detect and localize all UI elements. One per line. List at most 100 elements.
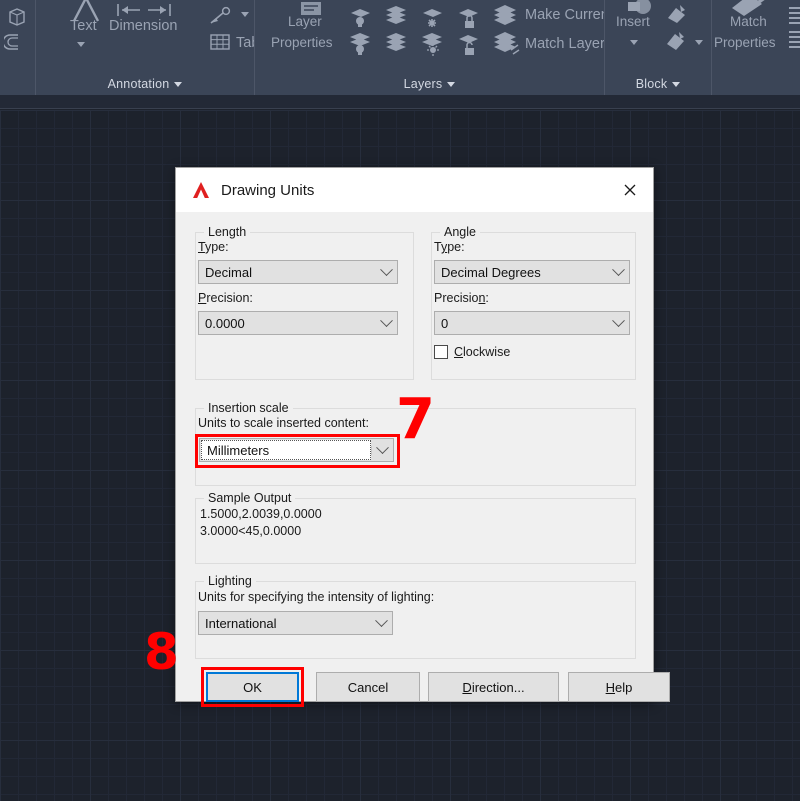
ribbon-toolbar: Text Dimension Table <box>0 0 800 95</box>
match-layer-icon[interactable] <box>491 32 521 58</box>
length-precision-chevron-down-icon[interactable] <box>375 319 397 328</box>
length-group: Length <box>195 232 414 380</box>
panel-body-layers: Layer Properties <box>255 0 604 73</box>
cancel-button[interactable]: Cancel <box>316 672 420 702</box>
leader-dropdown-caret-icon[interactable] <box>241 12 249 17</box>
direction-button-label: Direction... <box>462 680 524 695</box>
angle-group-title: Angle <box>440 225 480 239</box>
layers-make-current-label[interactable]: Make Current <box>525 7 604 23</box>
block-edit-caret-icon[interactable] <box>695 40 703 45</box>
annotation-dimension-label[interactable]: Dimension <box>109 18 178 34</box>
angle-type-value: Decimal Degrees <box>435 265 607 280</box>
length-precision-combobox[interactable]: 0.0000 <box>198 311 398 335</box>
angle-precision-combobox[interactable]: 0 <box>434 311 630 335</box>
panel-title-annotation-text: Annotation <box>108 77 170 91</box>
layer-unlock-icon[interactable] <box>455 32 483 58</box>
panel-body-block: Insert <box>605 0 711 73</box>
leader-icon[interactable] <box>206 4 236 28</box>
angle-precision-value: 0 <box>435 316 607 331</box>
autocad-window: Text Dimension Table <box>0 0 800 801</box>
clockwise-label: Clockwise <box>454 345 510 359</box>
annotation-panel-caret-icon[interactable] <box>174 82 182 87</box>
table-icon[interactable] <box>209 32 231 52</box>
layers-layer-properties-label2[interactable]: Properties <box>271 35 333 50</box>
panel-title-layers-text: Layers <box>404 77 443 91</box>
layer-off-icon[interactable] <box>419 4 447 30</box>
angle-type-label: Type: <box>434 240 465 254</box>
block-panel-caret-icon[interactable] <box>672 82 680 87</box>
match-properties-label[interactable]: Match <box>730 14 767 29</box>
insertion-scale-combobox[interactable]: Millimeters <box>199 438 394 462</box>
panel-body-match-properties: Match Properties <box>712 0 800 73</box>
block-insert-label[interactable]: Insert <box>616 14 650 29</box>
annotation-text-label[interactable]: Text <box>70 18 97 34</box>
angle-precision-chevron-down-icon[interactable] <box>607 319 629 328</box>
make-current-icon[interactable] <box>491 2 521 28</box>
panel-title-annotation[interactable]: Annotation <box>36 73 254 95</box>
close-button[interactable] <box>613 175 647 205</box>
insertion-scale-group-title: Insertion scale <box>204 401 293 415</box>
properties-list-icon[interactable] <box>788 4 800 52</box>
lighting-units-combobox[interactable]: International <box>198 611 393 635</box>
sample-output-line-1: 1.5000,2.0039,0.0000 <box>200 507 322 521</box>
lighting-units-value: International <box>199 616 370 631</box>
ribbon-panel-stub <box>0 0 36 95</box>
dialog-title: Drawing Units <box>221 182 314 199</box>
angle-type-chevron-down-icon[interactable] <box>607 268 629 277</box>
dimension-icon[interactable] <box>114 0 174 20</box>
layers-layer-properties-label[interactable]: Layer <box>288 14 322 29</box>
help-button-label: Help <box>606 680 633 695</box>
panel-title-match-properties <box>712 73 800 95</box>
insert-dropdown-caret-icon[interactable] <box>630 40 638 45</box>
ok-button[interactable]: OK <box>206 672 299 702</box>
angle-type-combobox[interactable]: Decimal Degrees <box>434 260 630 284</box>
panel-body-annotation: Text Dimension Table <box>36 0 254 73</box>
layer-freeze-icon[interactable] <box>383 2 411 28</box>
length-type-chevron-down-icon[interactable] <box>375 268 397 277</box>
layers-panel-caret-icon[interactable] <box>447 82 455 87</box>
annotation-marker-8: 8 <box>144 627 179 677</box>
layer-lock-icon[interactable] <box>455 4 483 30</box>
insertion-scale-chevron-down-icon[interactable] <box>371 446 393 455</box>
region-icon[interactable] <box>4 32 28 52</box>
layer-on-icon[interactable] <box>419 32 447 58</box>
ribbon-panel-layers: Layer Properties <box>255 0 605 95</box>
panel-title-layers[interactable]: Layers <box>255 73 604 95</box>
layers-match-layer-label[interactable]: Match Layer <box>525 36 604 52</box>
direction-button[interactable]: Direction... <box>428 672 559 702</box>
lighting-units-chevron-down-icon[interactable] <box>370 619 392 628</box>
length-type-combobox[interactable]: Decimal <box>198 260 398 284</box>
text-dropdown-caret-icon[interactable] <box>77 42 85 47</box>
lighting-group-title: Lighting <box>204 574 256 588</box>
sample-output-group-title: Sample Output <box>204 491 295 505</box>
insertion-scale-value: Millimeters <box>201 440 371 460</box>
ribbon-panel-match-properties: Match Properties <box>712 0 800 95</box>
panel-title-block[interactable]: Block <box>605 73 711 95</box>
panel-body-stub <box>0 0 35 95</box>
length-type-label: Type: <box>198 240 229 254</box>
angle-precision-label: Precision: <box>434 291 489 305</box>
layer-isolate-icon[interactable] <box>347 4 375 30</box>
box-3d-icon[interactable] <box>6 6 28 28</box>
panel-title-block-text: Block <box>636 77 668 91</box>
edit-block-icon[interactable] <box>663 30 691 54</box>
length-type-value: Decimal <box>199 265 375 280</box>
ribbon-panel-block: Insert Block <box>605 0 712 95</box>
drawing-units-dialog: Drawing Units Length Type: Decimal Preci… <box>175 167 654 702</box>
clockwise-checkbox[interactable] <box>434 345 448 359</box>
ribbon-panel-annotation: Text Dimension Table <box>36 0 255 95</box>
clockwise-checkbox-row[interactable]: Clockwise <box>434 345 510 359</box>
help-button[interactable]: Help <box>568 672 670 702</box>
annotation-marker-7: 7 <box>396 392 435 448</box>
insertion-scale-units-label: Units to scale inserted content: <box>198 416 369 430</box>
dialog-titlebar: Drawing Units <box>176 168 653 212</box>
sample-output-line-2: 3.0000<45,0.0000 <box>200 524 301 538</box>
annotation-table-label[interactable]: Table <box>236 35 254 51</box>
create-block-icon[interactable] <box>663 2 691 26</box>
layer-unisolate-icon[interactable] <box>347 32 375 58</box>
lighting-units-label: Units for specifying the intensity of li… <box>198 590 434 604</box>
match-properties-label2[interactable]: Properties <box>714 35 776 50</box>
length-group-title: Length <box>204 225 250 239</box>
length-precision-value: 0.0000 <box>199 316 375 331</box>
layer-thaw-icon[interactable] <box>383 32 411 58</box>
